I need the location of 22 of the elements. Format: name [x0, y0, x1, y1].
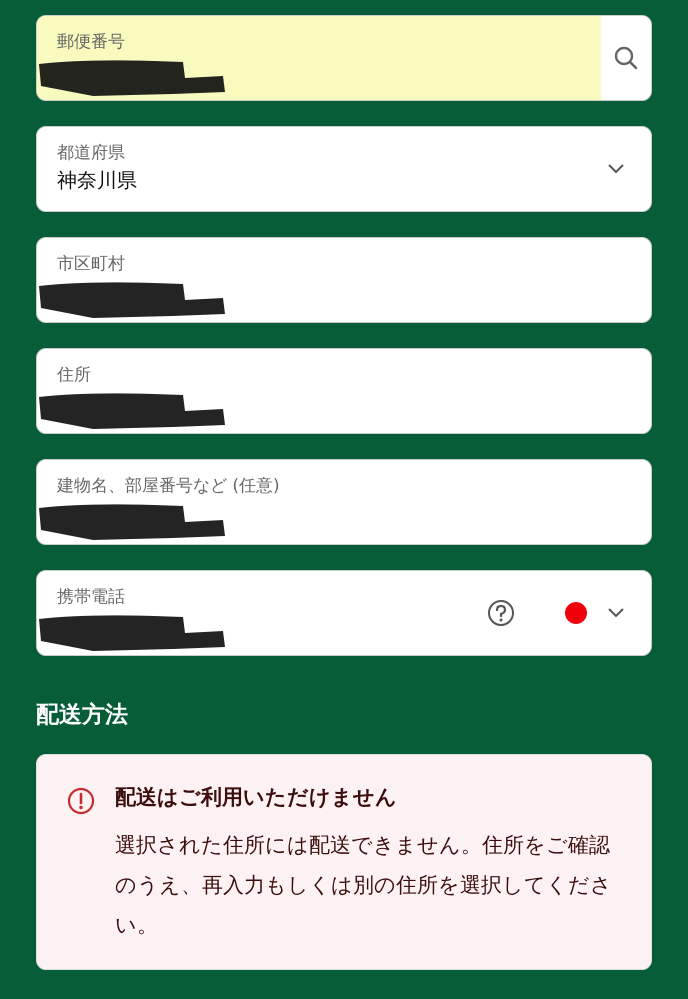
- alert-message: 選択された住所には配送できません。住所をご確認のうえ、再入力もしくは別の住所を選択してください。: [115, 832, 613, 939]
- alert-title: 配送はご利用いただけません: [115, 784, 398, 811]
- field-value: 神奈川県: [57, 167, 138, 194]
- prefecture-select[interactable]: 都道府県 神奈川県: [36, 126, 652, 212]
- input-field[interactable]: 住所: [36, 348, 652, 434]
- field-label: 都道府県: [57, 142, 125, 165]
- input-field[interactable]: 郵便番号: [36, 15, 652, 101]
- search-icon[interactable]: [613, 45, 639, 71]
- field-label: 市区町村: [57, 253, 125, 276]
- input-field[interactable]: 市区町村: [36, 237, 652, 323]
- country-flag-dot-icon[interactable]: [565, 602, 587, 624]
- field-label: 建物名、部屋番号など (任意): [57, 475, 280, 498]
- input-field[interactable]: 建物名、部屋番号など (任意): [36, 459, 652, 545]
- alert-icon: [67, 787, 95, 815]
- field-label: 携帯電話: [57, 586, 125, 609]
- section-heading: 配送方法: [36, 701, 128, 730]
- field-label: 郵便番号: [57, 31, 125, 54]
- input-field[interactable]: 携帯電話: [36, 570, 652, 656]
- chevron-down-icon[interactable]: [607, 607, 625, 619]
- help-icon[interactable]: [487, 599, 515, 627]
- chevron-down-icon: [607, 163, 625, 175]
- field-label: 住所: [57, 364, 91, 387]
